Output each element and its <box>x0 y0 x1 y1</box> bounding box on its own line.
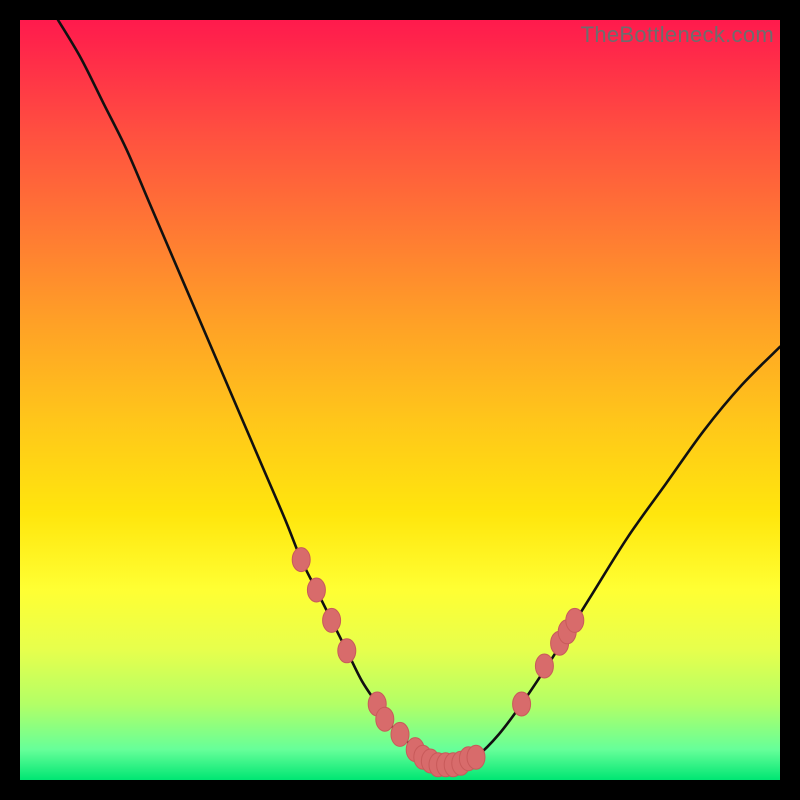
curve-marker <box>323 608 341 632</box>
curve-marker <box>566 608 584 632</box>
watermark-text: TheBottleneck.com <box>581 22 774 48</box>
curve-marker <box>376 707 394 731</box>
curve-markers <box>292 548 584 777</box>
curve-marker <box>513 692 531 716</box>
bottleneck-curve <box>58 20 780 765</box>
curve-marker <box>307 578 325 602</box>
curve-marker <box>467 745 485 769</box>
curve-marker <box>338 639 356 663</box>
curve-marker <box>292 548 310 572</box>
curve-marker <box>391 722 409 746</box>
chart-frame: TheBottleneck.com <box>20 20 780 780</box>
curve-marker <box>535 654 553 678</box>
chart-svg <box>20 20 780 780</box>
